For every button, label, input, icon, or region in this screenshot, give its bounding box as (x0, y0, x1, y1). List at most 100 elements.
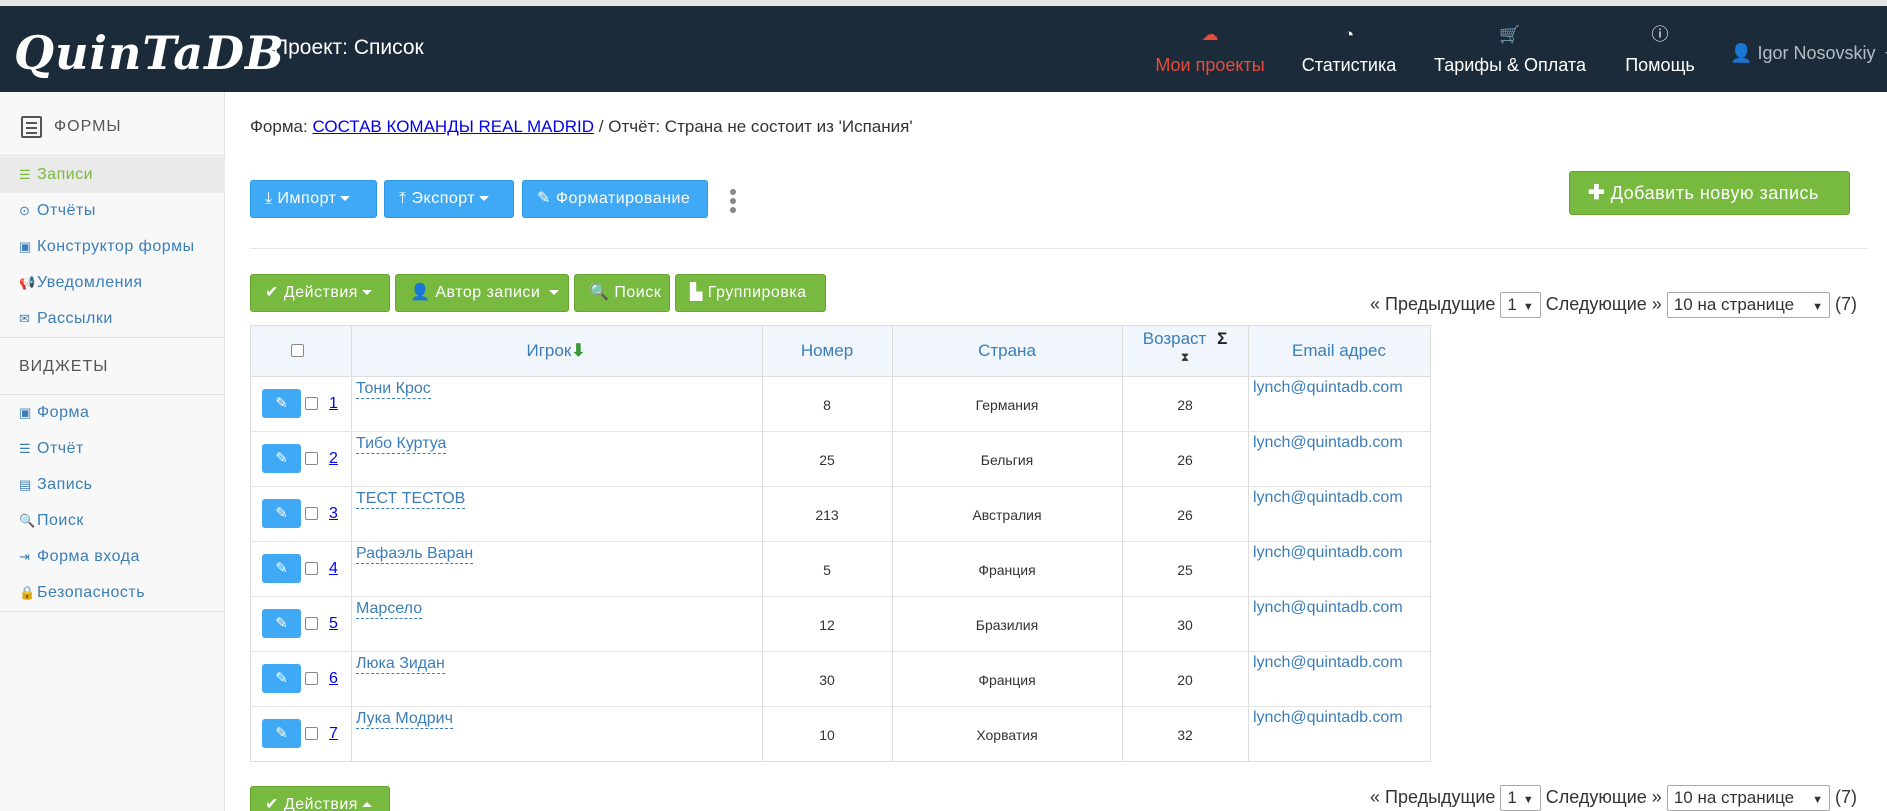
sidebar-item-form-builder[interactable]: ▣ Конструктор формы (0, 229, 225, 265)
number-cell: 5 (823, 562, 831, 578)
email-cell[interactable]: lynch@quintadb.com (1253, 709, 1403, 727)
pager-prev[interactable]: « Предыдущие (1370, 294, 1495, 314)
row-checkbox[interactable] (305, 562, 318, 575)
record-number-link[interactable]: 6 (329, 670, 338, 688)
row-checkbox[interactable] (305, 727, 318, 740)
column-header-country[interactable]: Страна (892, 341, 1122, 361)
email-cell[interactable]: lynch@quintadb.com (1253, 489, 1403, 507)
row-checkbox[interactable] (305, 672, 318, 685)
player-name[interactable]: Люка Зидан (356, 654, 445, 674)
row-checkbox[interactable] (305, 452, 318, 465)
chevron-up-icon (361, 802, 372, 808)
pencil-icon: ✎ (275, 395, 288, 412)
sidebar-item-records[interactable]: ☰ Записи (0, 157, 225, 193)
player-name[interactable]: Рафаэль Варан (356, 544, 474, 564)
edit-record-button[interactable]: ✎ (262, 389, 301, 418)
edit-record-button[interactable]: ✎ (262, 444, 301, 473)
sidebar-widget-form[interactable]: ▣ Форма (0, 395, 225, 431)
record-number-link[interactable]: 5 (329, 615, 338, 633)
player-name[interactable]: Тони Крос (356, 379, 431, 399)
info-icon: ⓘ (1651, 25, 1669, 44)
import-icon: ⤓ (265, 190, 273, 207)
sidebar-widget-search[interactable]: 🔍Поиск (0, 503, 225, 539)
row-checkbox[interactable] (305, 507, 318, 520)
pager-next[interactable]: Следующие » (1546, 294, 1662, 314)
pencil-icon: ✎ (275, 615, 288, 632)
user-menu[interactable]: 👤 Igor Nosovskiy (1730, 43, 1887, 64)
envelope-icon: ✉ (19, 311, 31, 326)
page-select[interactable]: 1 ▼ (1500, 785, 1541, 811)
record-number-link[interactable]: 1 (329, 395, 338, 413)
age-cell: 20 (1177, 672, 1193, 688)
email-cell[interactable]: lynch@quintadb.com (1253, 599, 1403, 617)
add-new-record-button[interactable]: ✚ Добавить новую запись (1569, 171, 1850, 215)
player-name[interactable]: Тибо Куртуа (356, 434, 447, 454)
sidebar-item-mailings[interactable]: ✉ Рассылки (0, 301, 225, 337)
list-icon: ☰ (19, 441, 32, 456)
sidebar-widget-login-form[interactable]: ⇥ Форма входа (0, 539, 225, 575)
page-select[interactable]: 1 ▼ (1500, 292, 1541, 318)
author-filter-button[interactable]: 👤 Автор записи (395, 274, 569, 312)
sidebar-widget-record[interactable]: ▤ Запись (0, 467, 225, 503)
record-number-link[interactable]: 4 (329, 560, 338, 578)
edit-record-button[interactable]: ✎ (262, 719, 301, 748)
sidebar-item-label: Форма (37, 404, 90, 421)
more-options-icon[interactable] (730, 189, 736, 216)
form-icon: ▣ (19, 239, 32, 254)
player-name[interactable]: ТЕСТ ТЕСТОВ (356, 489, 466, 509)
edit-record-button[interactable]: ✎ (262, 664, 301, 693)
player-name[interactable]: Лука Модрич (356, 709, 453, 729)
edit-record-button[interactable]: ✎ (262, 609, 301, 638)
per-page-select[interactable]: 10 на странице ▼ (1666, 785, 1830, 811)
breadcrumb-form-link[interactable]: СОСТАВ КОМАНДЫ REAL MADRID (312, 117, 594, 136)
email-cell[interactable]: lynch@quintadb.com (1253, 434, 1403, 452)
import-button[interactable]: ⤓ Импорт (250, 180, 377, 218)
app-logo[interactable]: QuinTaDB (14, 26, 285, 80)
nav-statistics[interactable]: ◔ Статистика (1290, 20, 1408, 76)
actions-button-bottom[interactable]: ✔ Действия (250, 786, 390, 811)
nav-pricing[interactable]: 🛒 Тарифы & Оплата (1425, 20, 1595, 76)
record-number-link[interactable]: 3 (329, 505, 338, 523)
sum-icon[interactable]: Σ (1217, 329, 1227, 348)
format-button[interactable]: ✎ Форматирование (522, 180, 708, 218)
email-cell[interactable]: lynch@quintadb.com (1253, 544, 1403, 562)
pager-next[interactable]: Следующие » (1546, 787, 1662, 807)
pager-prev[interactable]: « Предыдущие (1370, 787, 1495, 807)
table-row: ✎ 4 Рафаэль Варан 5 Франция 25 lynch@qui… (251, 542, 1430, 597)
export-label: Экспорт (411, 190, 476, 207)
search-button[interactable]: 🔍 Поиск (574, 274, 670, 312)
record-number-link[interactable]: 7 (329, 725, 338, 743)
search-icon: 🔍 (589, 284, 610, 301)
search-label: Поиск (614, 284, 662, 301)
sidebar-widget-security[interactable]: 🔒Безопасность (0, 575, 225, 611)
select-all-checkbox[interactable] (291, 344, 304, 357)
row-checkbox[interactable] (305, 617, 318, 630)
user-icon: 👤 (410, 284, 431, 301)
column-header-number[interactable]: Номер (762, 341, 892, 361)
per-page-select[interactable]: 10 на странице ▼ (1666, 292, 1830, 318)
column-header-age[interactable]: Возраст Σ ⧗ (1122, 329, 1248, 365)
top-navbar: QuinTaDB Проект: Список ☁ Мои проекты ◔ … (0, 6, 1887, 92)
column-header-email[interactable]: Email адрес (1248, 341, 1430, 361)
email-cell[interactable]: lynch@quintadb.com (1253, 379, 1403, 397)
cloud-icon: ☁ (1201, 25, 1219, 44)
grouping-button[interactable]: ▙ Группировка (675, 274, 826, 312)
sidebar-item-notifications[interactable]: 📢Уведомления (0, 265, 225, 301)
column-header-player[interactable]: Игрок⬇ (351, 341, 761, 361)
player-name[interactable]: Марсело (356, 599, 423, 619)
email-cell[interactable]: lynch@quintadb.com (1253, 654, 1403, 672)
sidebar-item-reports[interactable]: ⊙ Отчёты (0, 193, 225, 229)
row-checkbox[interactable] (305, 397, 318, 410)
nav-help[interactable]: ⓘ Помощь (1613, 20, 1707, 76)
nav-my-projects[interactable]: ☁ Мои проекты (1150, 20, 1270, 76)
sidebar-forms-header: ФОРМЫ (0, 92, 225, 156)
record-number-link[interactable]: 2 (329, 450, 338, 468)
sidebar-widget-report[interactable]: ☰ Отчёт (0, 431, 225, 467)
actions-button[interactable]: ✔ Действия (250, 274, 390, 312)
edit-record-button[interactable]: ✎ (262, 554, 301, 583)
sidebar: ФОРМЫ ☰ Записи ⊙ Отчёты ▣ Конструктор формы… (0, 92, 225, 811)
sidebar-divider (0, 611, 225, 612)
export-button[interactable]: ⤒ Экспорт (384, 180, 514, 218)
chevron-down-icon (361, 290, 372, 296)
edit-record-button[interactable]: ✎ (262, 499, 301, 528)
